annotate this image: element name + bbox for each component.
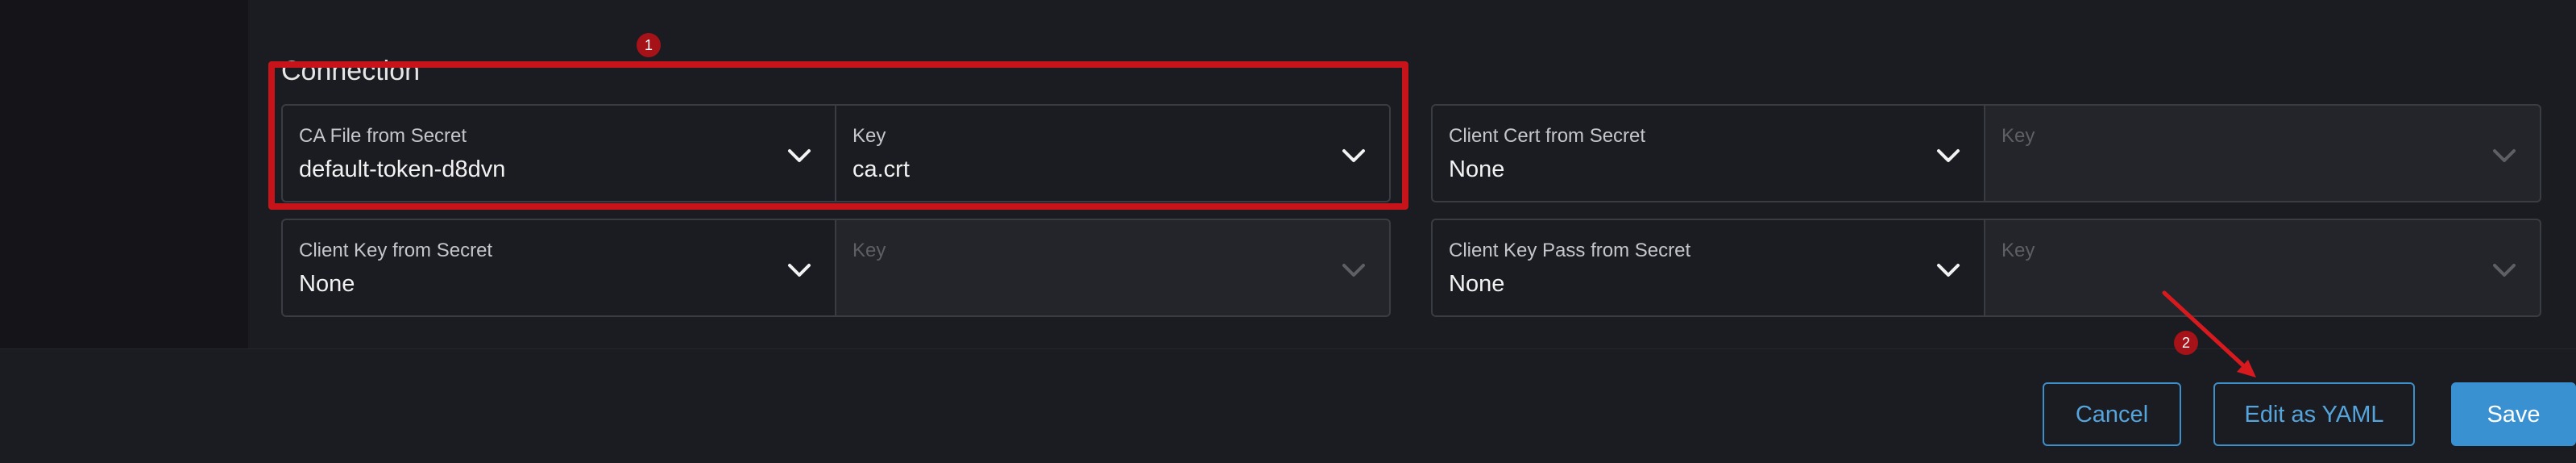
client-cert-key-label: Key: [2001, 125, 2035, 147]
chevron-down-icon: [1935, 259, 1961, 282]
client-key-pass-key-label: Key: [2001, 240, 2035, 261]
client-key-pass-value: None: [1449, 271, 1505, 297]
client-cert-value: None: [1449, 156, 1505, 182]
client-cert-key-select: Key: [1985, 104, 2541, 202]
client-key-label: Client Key from Secret: [299, 240, 493, 261]
client-key-key-label: Key: [852, 240, 886, 261]
cancel-button[interactable]: Cancel: [2043, 382, 2181, 446]
client-key-key-select: Key: [836, 219, 1391, 317]
client-cert-select[interactable]: Client Cert from Secret None: [1431, 104, 1985, 202]
client-key-pass-label: Client Key Pass from Secret: [1449, 240, 1691, 261]
client-key-pass-select[interactable]: Client Key Pass from Secret None: [1431, 219, 1985, 317]
client-key-select[interactable]: Client Key from Secret None: [281, 219, 836, 317]
annotation-arrow-icon: [2162, 290, 2256, 377]
client-cert-label: Client Cert from Secret: [1449, 125, 1646, 147]
annotation-highlight-box: [268, 61, 1408, 210]
chevron-down-icon: [1935, 144, 1961, 167]
chevron-down-icon: [2491, 144, 2517, 167]
save-button[interactable]: Save: [2451, 382, 2576, 446]
client-key-value: None: [299, 271, 355, 297]
annotation-badge-1: 1: [637, 33, 661, 57]
chevron-down-icon: [1341, 259, 1367, 282]
edit-as-yaml-button[interactable]: Edit as YAML: [2213, 382, 2415, 446]
left-sidebar: [0, 0, 248, 348]
chevron-down-icon: [786, 259, 812, 282]
chevron-down-icon: [2491, 259, 2517, 282]
